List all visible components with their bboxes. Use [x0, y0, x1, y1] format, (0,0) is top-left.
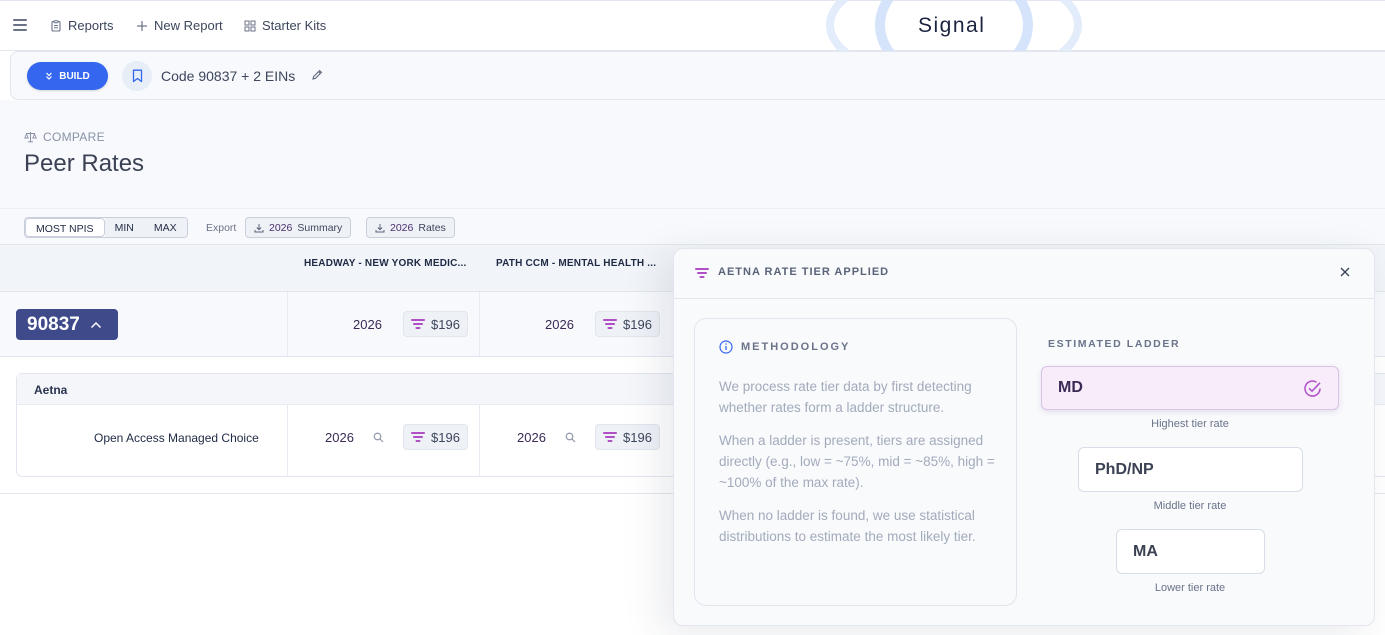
rate-value: $196 — [623, 316, 652, 332]
tier-phd-np-label: PhD/NP — [1095, 460, 1154, 478]
year-value: 2026 — [545, 317, 574, 332]
tier-icon — [603, 319, 617, 329]
top-nav: Reports New Report Starter Kits Signal — [0, 0, 1385, 81]
info-icon — [719, 340, 733, 354]
build-bar: BUILD Code 90837 + 2 EINs — [10, 51, 1385, 100]
rate-pill[interactable]: $196 — [595, 424, 660, 450]
export-rates-label: Rates — [418, 221, 446, 234]
tier-ma-label: MA — [1133, 542, 1158, 560]
methodology-paragraph: We process rate tier data by first detec… — [719, 379, 972, 415]
segment-min[interactable]: MIN — [104, 218, 144, 237]
check-circle-icon — [1304, 380, 1321, 397]
methodology-title: METHODOLOGY — [741, 341, 851, 353]
cell-divider — [479, 292, 480, 356]
export-summary-button[interactable]: 2026 Summary — [245, 217, 352, 238]
tier-caption: Middle tier rate — [1153, 500, 1227, 512]
rate-value: $196 — [623, 429, 652, 445]
compare-header: COMPARE Peer Rates — [0, 100, 1385, 209]
tier-md-label: MD — [1058, 379, 1083, 396]
nav-reports-label: Reports — [68, 18, 114, 33]
ladder-title: ESTIMATED LADDER — [1048, 338, 1181, 350]
download-icon — [375, 223, 385, 232]
cell-divider — [287, 292, 288, 356]
rate-pill[interactable]: $196 — [403, 424, 468, 450]
compare-eyebrow: COMPARE — [24, 130, 105, 144]
nav-reports[interactable]: Reports — [50, 18, 114, 33]
methodology-paragraph: When a ladder is present, tiers are assi… — [719, 433, 995, 490]
year-value: 2026 — [517, 430, 546, 445]
tier-phd-np[interactable]: PhD/NP — [1078, 447, 1303, 492]
nav-new-report-label: New Report — [154, 18, 223, 33]
nav-starter-kits[interactable]: Starter Kits — [244, 18, 326, 33]
rate-value: $196 — [431, 316, 460, 332]
popover-header: AETNA RATE TIER APPLIED — [674, 249, 1374, 299]
plus-icon — [137, 20, 147, 31]
rate-pill[interactable]: $196 — [403, 311, 468, 337]
compare-eyebrow-label: COMPARE — [43, 130, 105, 144]
cell-divider — [479, 405, 480, 477]
year-value: 2026 — [353, 317, 382, 332]
plan-name[interactable]: Open Access Managed Choice — [94, 431, 259, 445]
aggregation-segmented-control: MOST NPIS MIN MAX — [24, 217, 188, 238]
column-header-path-ccm[interactable]: PATH CCM - MENTAL HEALTH ... — [496, 258, 656, 269]
column-header-headway[interactable]: HEADWAY - NEW YORK MEDIC... — [304, 258, 466, 269]
bookmark-button[interactable] — [122, 61, 152, 91]
tier-filter-icon — [695, 268, 709, 278]
search-icon[interactable] — [565, 432, 576, 443]
export-rates-button[interactable]: 2026 Rates — [366, 217, 455, 238]
export-rates-year: 2026 — [390, 221, 414, 234]
methodology-paragraph: When no ladder is found, we use statisti… — [719, 508, 976, 544]
pencil-icon[interactable] — [311, 69, 323, 81]
code-badge[interactable]: 90837 — [16, 309, 118, 340]
tier-ma[interactable]: MA — [1116, 529, 1265, 574]
chevrons-down-icon — [46, 72, 53, 80]
report-title[interactable]: Code 90837 + 2 EINs — [161, 68, 295, 84]
clipboard-icon — [51, 19, 61, 32]
nav-new-report[interactable]: New Report — [136, 18, 223, 33]
close-icon[interactable] — [1338, 265, 1352, 279]
grid-icon — [244, 20, 256, 31]
export-summary-year: 2026 — [269, 221, 293, 234]
cell-divider — [287, 405, 288, 477]
code-badge-label: 90837 — [27, 313, 80, 335]
build-button-label: BUILD — [59, 70, 90, 82]
export-summary-label: Summary — [297, 221, 343, 234]
rate-value: $196 — [431, 429, 460, 445]
tier-caption: Lower tier rate — [1154, 582, 1226, 594]
download-icon — [254, 223, 264, 232]
page-title: Peer Rates — [24, 150, 145, 177]
popover-title: AETNA RATE TIER APPLIED — [718, 266, 890, 278]
build-button[interactable]: BUILD — [27, 62, 108, 90]
tier-caption: Highest tier rate — [1151, 418, 1229, 430]
bookmark-icon — [132, 69, 142, 83]
search-icon[interactable] — [373, 432, 384, 443]
scale-icon — [24, 132, 37, 143]
menu-icon[interactable] — [13, 19, 27, 31]
methodology-card: METHODOLOGY We process rate tier data by… — [694, 318, 1017, 606]
controls-row: MOST NPIS MIN MAX Export 2026 Summary 20… — [0, 209, 1385, 245]
year-value: 2026 — [325, 430, 354, 445]
segment-max[interactable]: MAX — [143, 218, 187, 237]
payer-name[interactable]: Aetna — [34, 383, 67, 397]
tier-icon — [411, 319, 425, 329]
tier-icon — [411, 432, 425, 442]
tier-md[interactable]: MD — [1041, 366, 1339, 410]
brand-logo-text[interactable]: Signal — [918, 14, 985, 38]
rate-tier-popover: AETNA RATE TIER APPLIED METHODOLOGY We p… — [673, 248, 1375, 626]
tier-icon — [603, 432, 617, 442]
rate-pill[interactable]: $196 — [595, 311, 660, 337]
chevron-up-icon — [90, 321, 101, 328]
export-label: Export — [206, 222, 237, 234]
nav-starter-kits-label: Starter Kits — [262, 18, 327, 33]
segment-most-npis[interactable]: MOST NPIS — [25, 218, 105, 237]
